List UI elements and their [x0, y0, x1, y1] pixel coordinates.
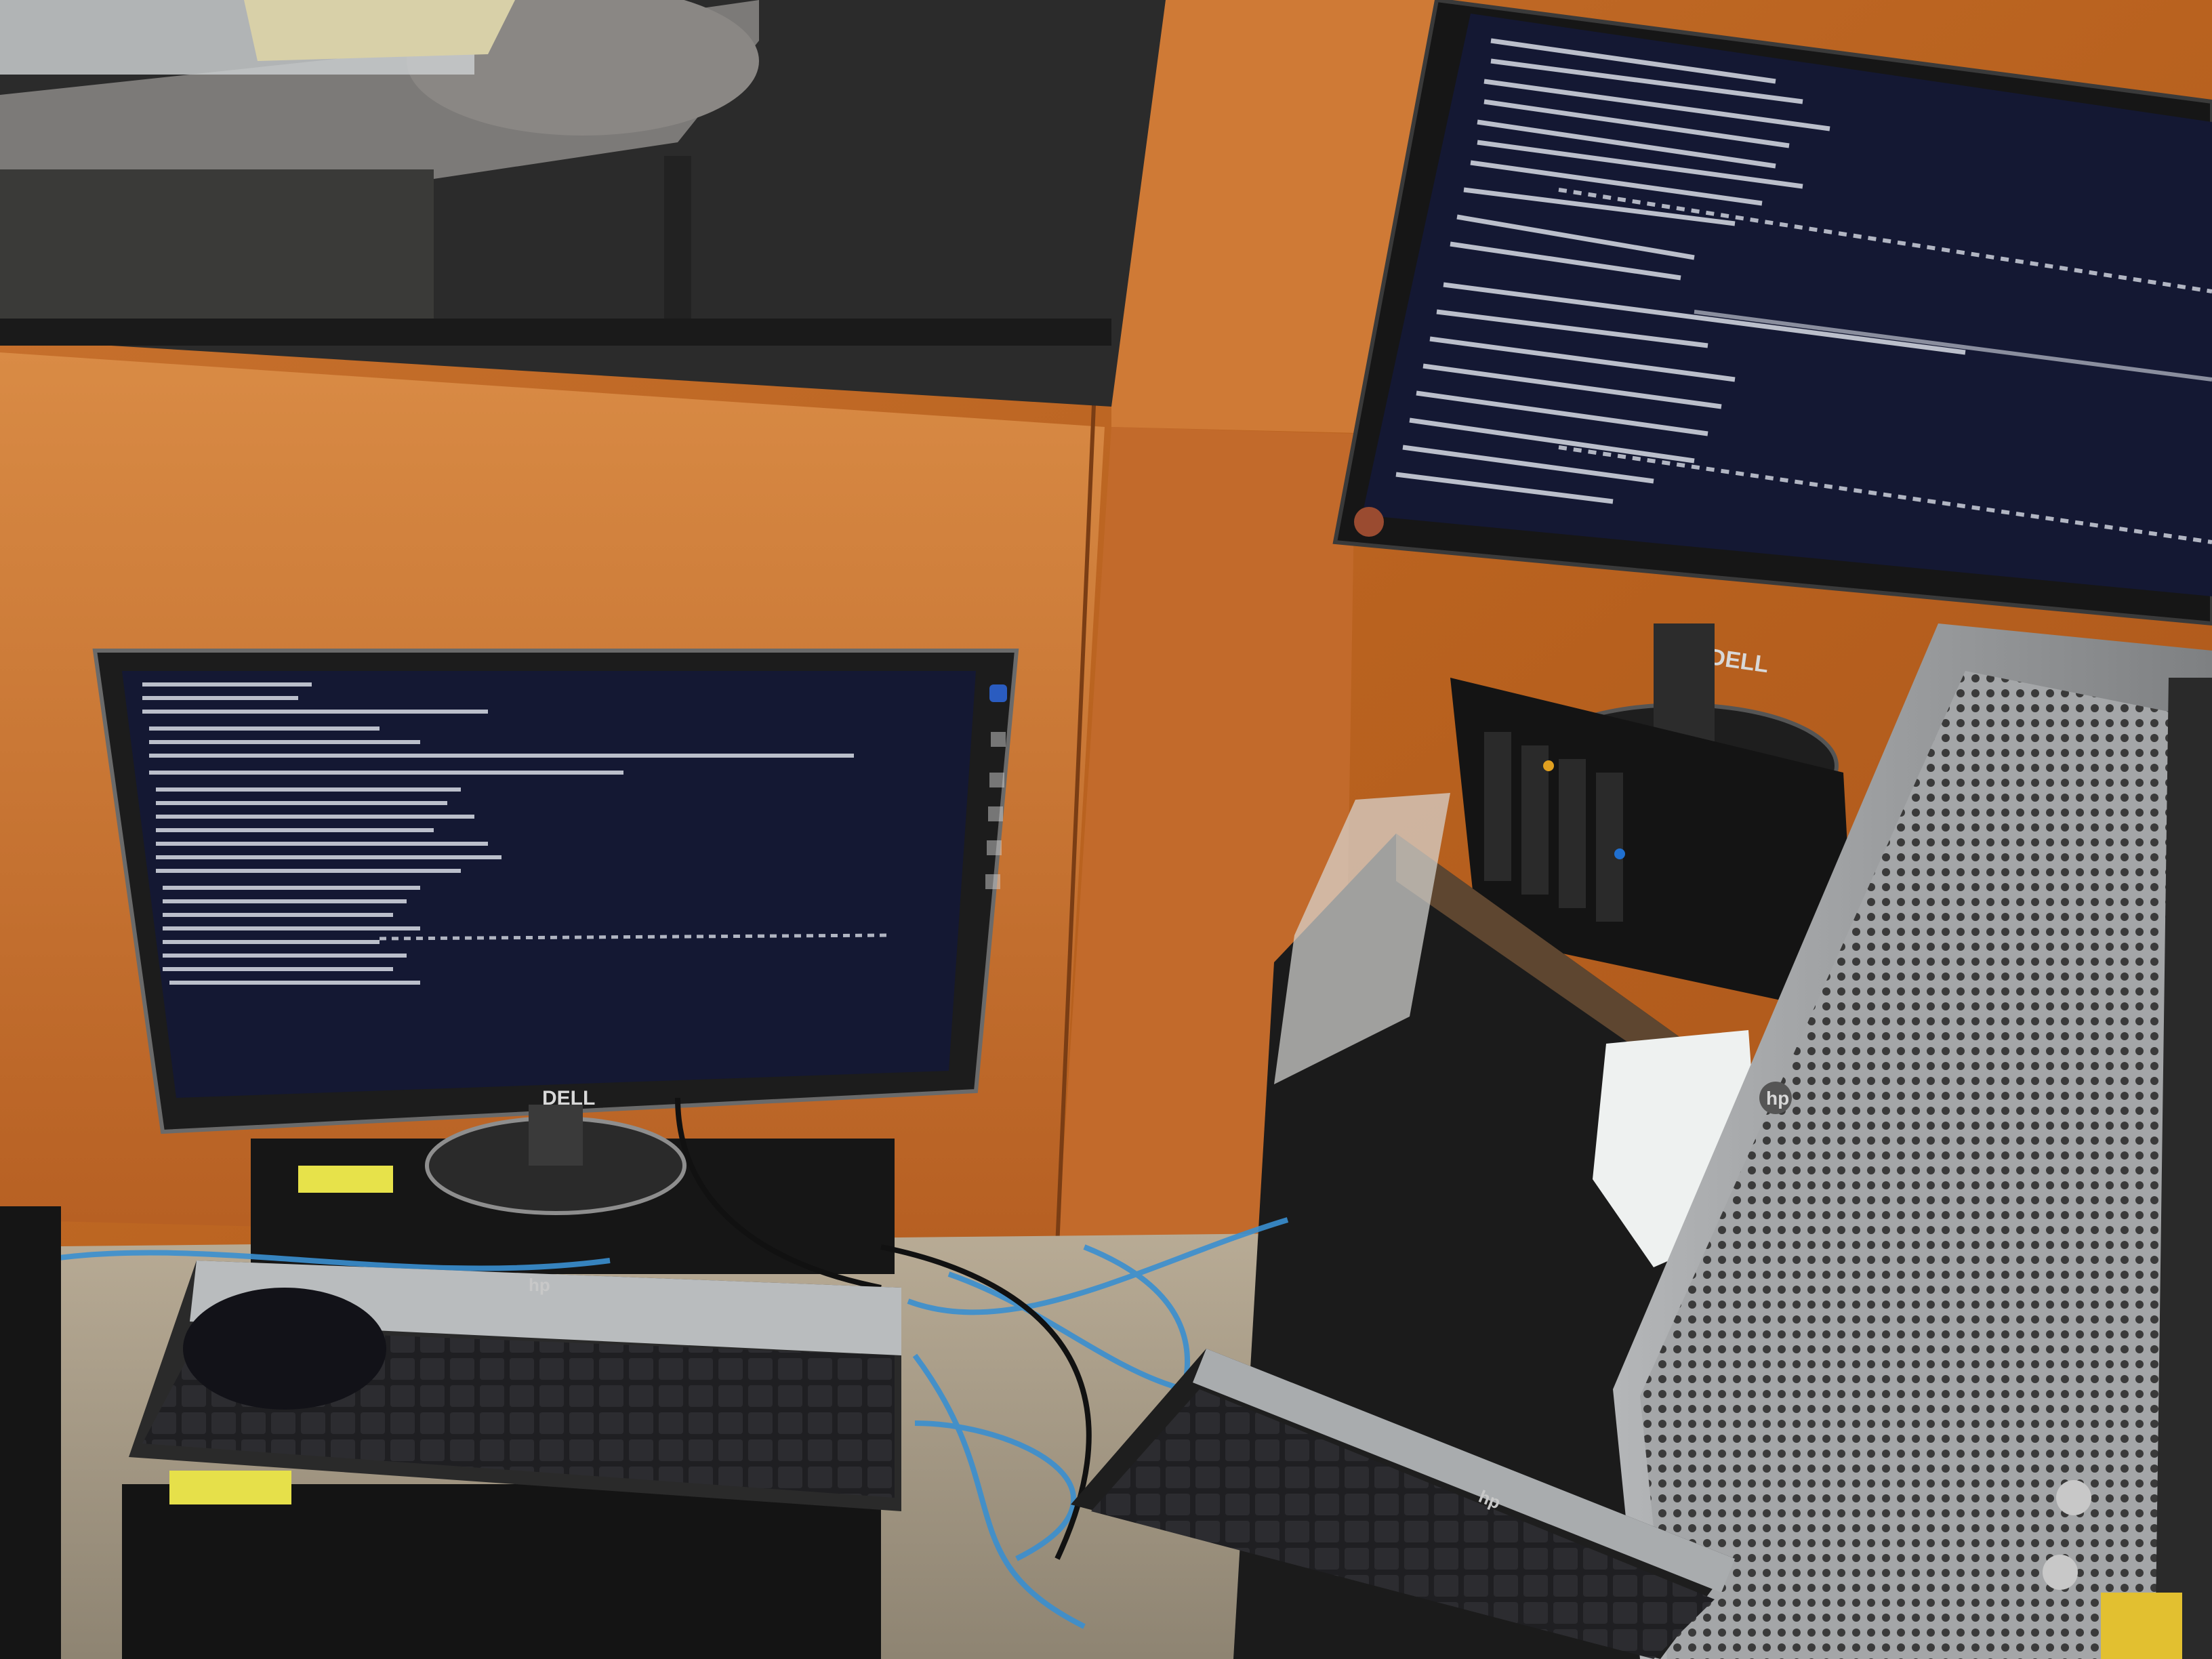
left-keyboard-brand: hp: [529, 1275, 550, 1295]
mouse: [183, 1288, 386, 1410]
left-terminal-screen: [122, 671, 976, 1098]
left-edge-tower: [0, 1206, 61, 1659]
desk-scene: DELL DELL hp hp hp: [0, 0, 2212, 1659]
desk-unit-left: [122, 1484, 881, 1659]
server-brand: hp: [1766, 1088, 1789, 1109]
